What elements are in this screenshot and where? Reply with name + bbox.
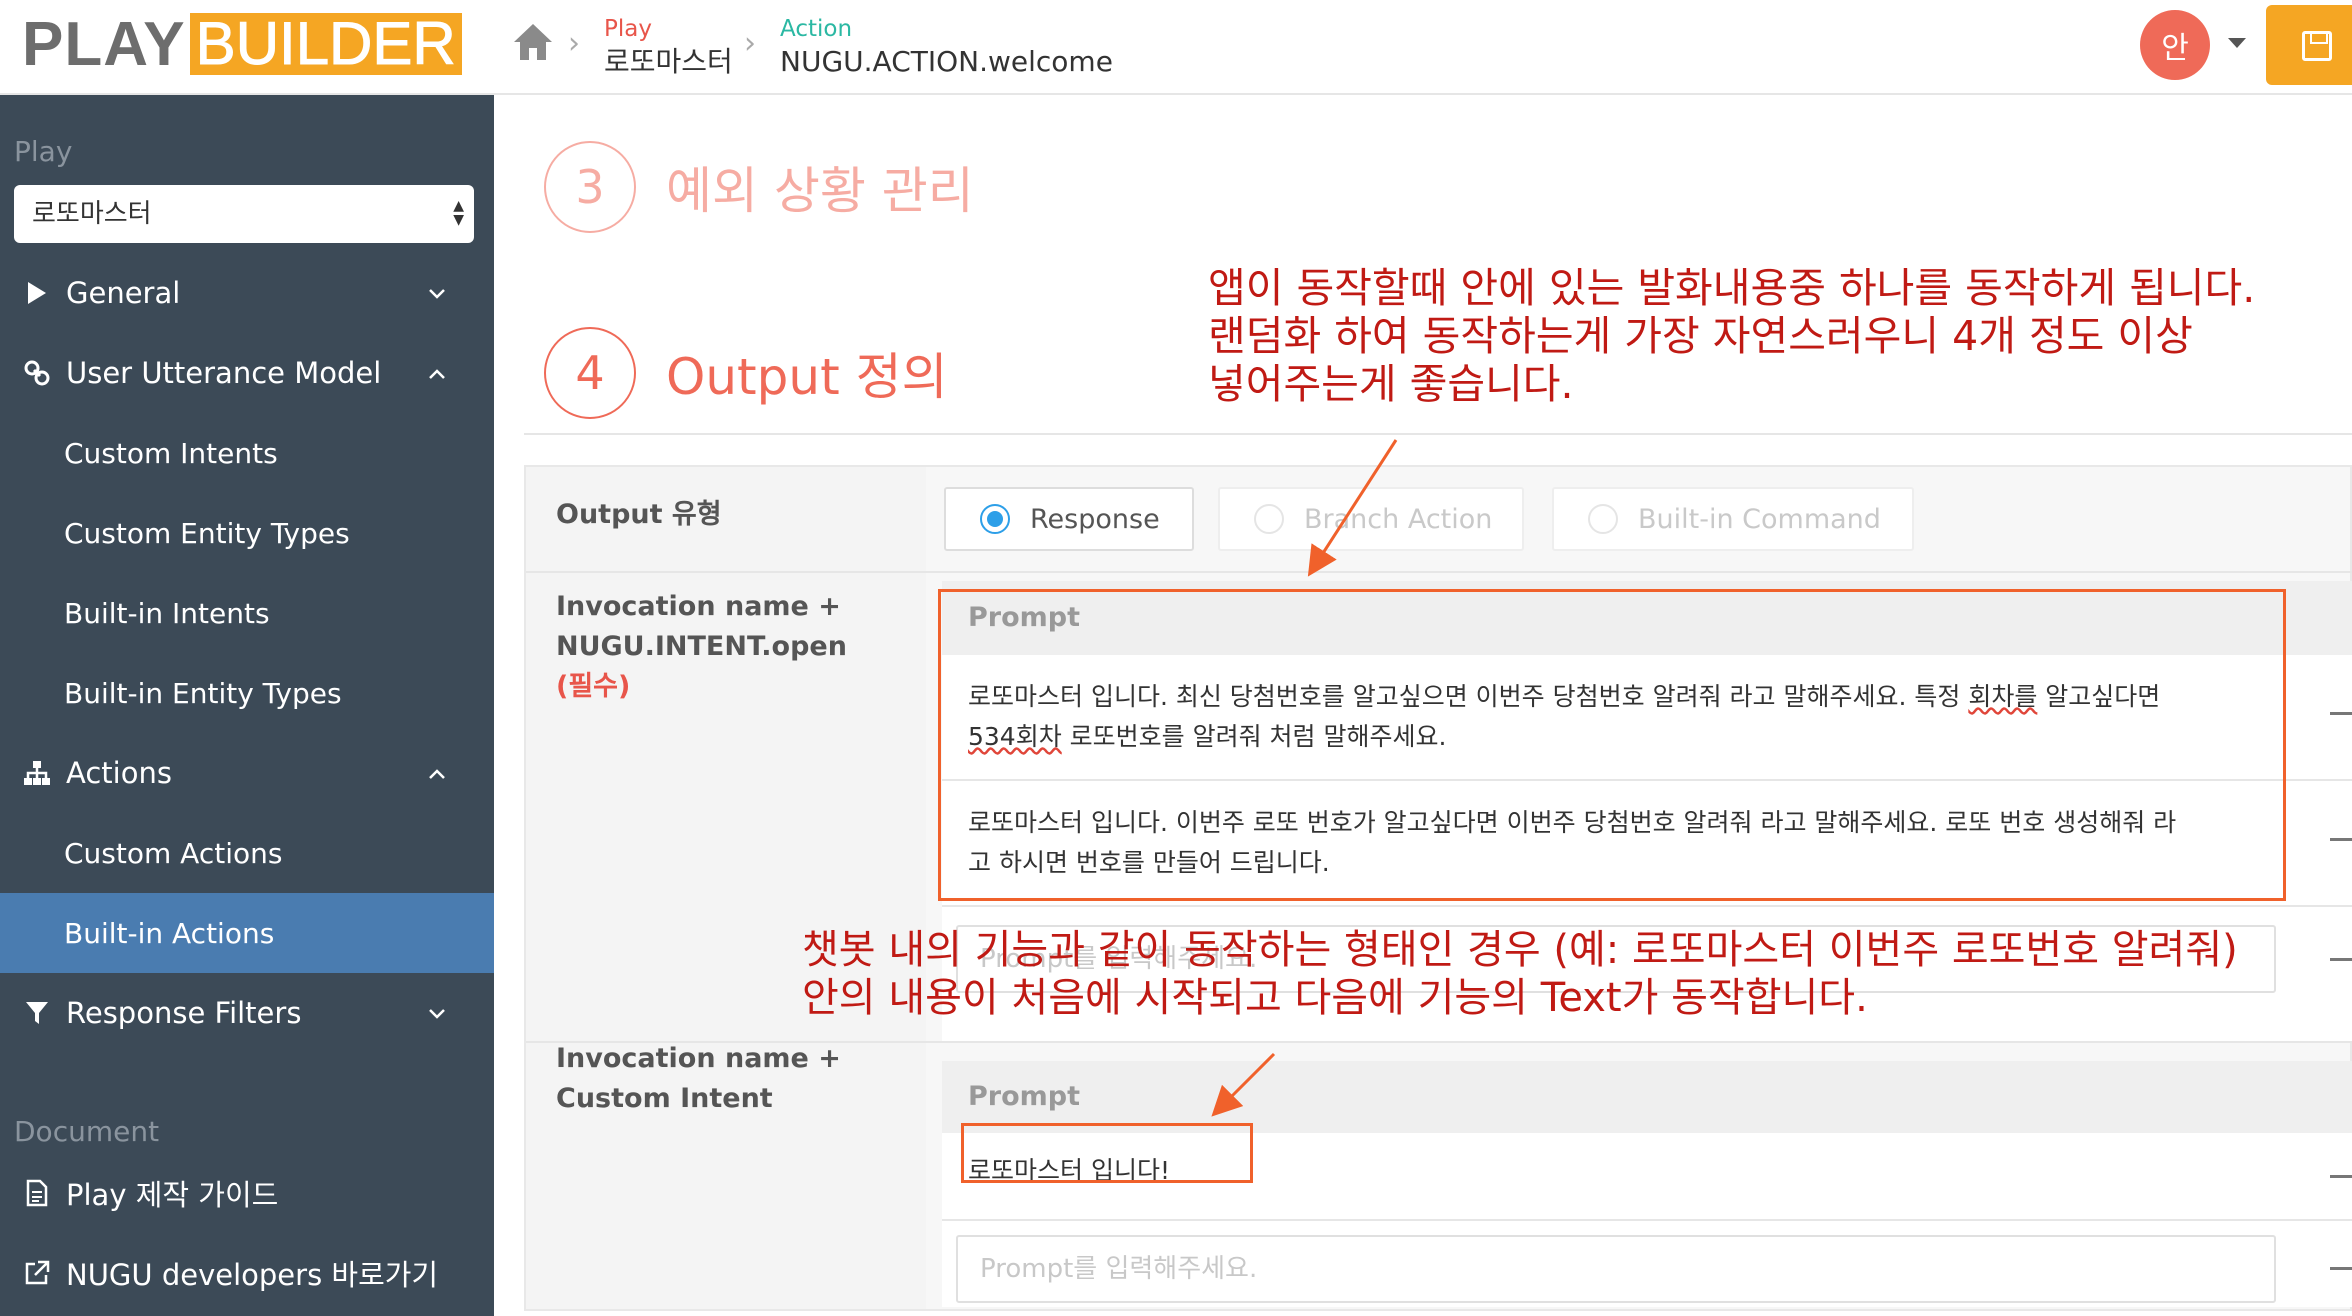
prompt-input-custom[interactable]: Prompt를 입력해주세요. (956, 1235, 2276, 1303)
chevron-up-icon (428, 761, 446, 786)
sidebar-item-response-filters[interactable]: Response Filters (0, 973, 494, 1053)
sidebar-item-built-in-actions[interactable]: Built-in Actions (0, 893, 494, 973)
sidebar-section-document: Document (14, 1115, 160, 1148)
radio-response[interactable]: Response (944, 487, 1194, 551)
label-line: NUGU.INTENT.open (556, 631, 847, 662)
breadcrumb-play-key: Play (604, 16, 652, 42)
sidebar-item-label: General (66, 276, 181, 310)
radio-label: Built-in Command (1638, 503, 1881, 535)
remove-icon[interactable] (2330, 958, 2352, 961)
sidebar-item-play-guide[interactable]: Play 제작 가이드 (0, 1153, 494, 1233)
chevron-right-icon: › (568, 26, 580, 61)
breadcrumb-action-value: NUGU.ACTION.welcome (780, 45, 1113, 78)
radio-label: Branch Action (1304, 503, 1493, 535)
sidebar-item-label: NUGU developers 바로가기 (66, 1258, 439, 1292)
radio-selected-icon (980, 504, 1010, 534)
play-select[interactable]: 로또마스터 ▲ ▼ (14, 185, 474, 243)
prompt-list-custom: Prompt 로또마스터 입니다! Prompt를 입력해주세요. (942, 1061, 2352, 1307)
sidebar-item-label: Play 제작 가이드 (66, 1178, 279, 1212)
step-3-header: 3 예외 상황 관리 (544, 141, 974, 233)
annotation-line: 챗봇 내의 기능과 같이 동작하는 형태인 경우 (예: 로또마스터 이번주 로… (802, 927, 2238, 973)
label-line: Invocation name + (556, 1043, 841, 1074)
remove-icon[interactable] (2330, 712, 2352, 715)
sidebar-item-label: Actions (66, 756, 172, 790)
breadcrumb-action-key: Action (780, 16, 853, 42)
sitemap-icon (22, 760, 52, 786)
remove-icon[interactable] (2330, 838, 2352, 841)
step-4-header: 4 Output 정의 (544, 327, 948, 419)
logo-builder-text: BUILDER (189, 12, 462, 75)
invocation-open-label: Invocation name + NUGU.INTENT.open (필수) (556, 587, 847, 707)
external-link-icon (22, 1260, 52, 1286)
sidebar-item-custom-entity-types[interactable]: Custom Entity Types (0, 493, 494, 573)
filter-icon (22, 1000, 52, 1026)
select-arrows-icon: ▲ ▼ (453, 198, 464, 228)
chevron-down-icon (428, 281, 446, 306)
radio-branch-action[interactable]: Branch Action (1218, 487, 1524, 551)
sidebar: Play 로또마스터 ▲ ▼ General User Utterance Mod… (0, 95, 494, 1316)
step-title: 예외 상황 관리 (666, 162, 974, 220)
remove-icon[interactable] (2330, 1267, 2352, 1270)
step-title: Output 정의 (666, 348, 948, 406)
annotation-line: 안의 내용이 처음에 시작되고 다음에 기능의 Text가 동작합니다. (802, 975, 1868, 1021)
label-line: Invocation name + (556, 591, 841, 622)
sidebar-section-play: Play (14, 135, 73, 168)
document-icon (22, 1179, 52, 1207)
breadcrumb-play[interactable]: Play 로또마스터 (604, 14, 733, 80)
output-type-label: Output 유형 (556, 499, 722, 530)
radio-built-in-command[interactable]: Built-in Command (1552, 487, 1914, 551)
invocation-custom-label: Invocation name + Custom Intent (556, 1039, 841, 1119)
annotation-note-2: 챗봇 내의 기능과 같이 동작하는 형태인 경우 (예: 로또마스터 이번주 로… (802, 926, 2238, 1022)
sidebar-item-nugu-developers[interactable]: NUGU developers 바로가기 (0, 1233, 494, 1313)
link-icon (22, 359, 52, 387)
sidebar-item-custom-intents[interactable]: Custom Intents (0, 413, 494, 493)
annotation-line: 랜덤화 하여 동작하는게 가장 자연스러우니 4개 정도 이상 (1208, 312, 2193, 360)
chevron-right-icon: › (744, 26, 756, 61)
sidebar-item-built-in-intents[interactable]: Built-in Intents (0, 573, 494, 653)
row-divider (526, 571, 2352, 573)
annotation-line: 앱이 동작할때 안에 있는 발화내용중 하나를 동작하게 됩니다. (1208, 264, 2256, 312)
playbuilder-logo[interactable]: PLAY BUILDER (22, 10, 462, 79)
home-icon[interactable] (512, 22, 554, 62)
label-line: Custom Intent (556, 1083, 773, 1114)
play-triangle-icon (22, 281, 52, 305)
annotation-highlight-box (938, 589, 2286, 901)
sidebar-item-label: Response Filters (66, 996, 302, 1030)
sidebar-item-label: User Utterance Model (66, 356, 382, 390)
remove-icon[interactable] (2330, 1175, 2352, 1178)
caret-down-icon[interactable] (2228, 38, 2246, 48)
chevron-down-icon (428, 1001, 446, 1026)
sidebar-item-actions[interactable]: Actions (0, 733, 494, 813)
save-button[interactable] (2266, 5, 2352, 85)
breadcrumb-play-value: 로또마스터 (604, 45, 733, 78)
step-number: 3 (544, 141, 636, 233)
annotation-line: 넣어주는게 좋습니다. (1208, 360, 1574, 408)
step-number: 4 (544, 327, 636, 419)
sidebar-item-custom-actions[interactable]: Custom Actions (0, 813, 494, 893)
save-icon (2302, 31, 2332, 61)
radio-empty-icon (1588, 504, 1618, 534)
annotation-note-1: 앱이 동작할때 안에 있는 발화내용중 하나를 동작하게 됩니다. 랜덤화 하여… (1208, 264, 2255, 408)
sidebar-item-general[interactable]: General (0, 253, 494, 333)
user-avatar[interactable]: 안 (2140, 10, 2210, 80)
annotation-highlight-box (961, 1123, 1253, 1183)
radio-empty-icon (1254, 504, 1284, 534)
play-select-value: 로또마스터 (32, 199, 152, 229)
breadcrumb-action[interactable]: Action NUGU.ACTION.welcome (780, 14, 1113, 80)
top-header: PLAY BUILDER › Play 로또마스터 › Action NUGU.… (0, 0, 2352, 95)
chevron-up-icon (428, 361, 446, 386)
sidebar-item-user-utterance-model[interactable]: User Utterance Model (0, 333, 494, 413)
logo-play-text: PLAY (22, 9, 186, 79)
divider (524, 433, 2352, 435)
radio-label: Response (1030, 503, 1160, 535)
sidebar-item-built-in-entity-types[interactable]: Built-in Entity Types (0, 653, 494, 733)
required-mark: (필수) (556, 671, 631, 702)
